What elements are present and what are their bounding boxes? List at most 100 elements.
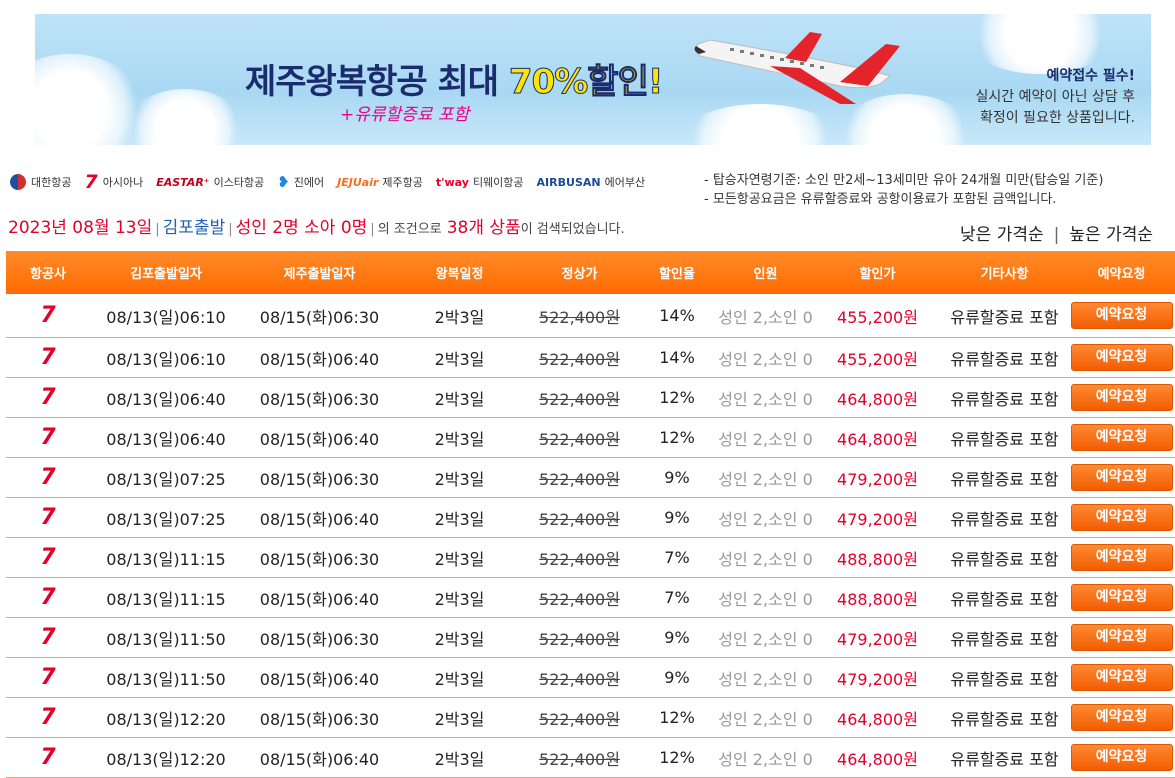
airline-cell: 7 (6, 294, 90, 338)
condition-age: - 탑승자연령기준: 소인 만2세~13세미만 유아 24개월 미만(탑승일 기… (704, 173, 1104, 188)
schedule-cell: 2박3일 (397, 497, 522, 538)
jinair-icon: ❥ (277, 173, 290, 191)
asiana-icon: 7 (40, 665, 56, 690)
booking-cell: 예약요청 (1068, 417, 1175, 458)
summary-count: 38개 상품 (446, 218, 521, 238)
jeju-departure-cell: 08/15(화)06:40 (242, 737, 397, 778)
summary-departure: 김포출발 (162, 218, 226, 238)
header-normal-price: 정상가 (522, 251, 637, 294)
notes-cell: 유류할증료 포함 (941, 697, 1068, 738)
summary-date: 2023년 08월 13일 (8, 218, 153, 238)
passengers-cell: 성인 2,소인 0 (717, 737, 814, 778)
notes-cell: 유류할증료 포함 (941, 497, 1068, 538)
notes-cell: 유류할증료 포함 (941, 577, 1068, 618)
schedule-cell: 2박3일 (397, 617, 522, 658)
sort-low-price-link[interactable]: 낮은 가격순 (960, 225, 1044, 245)
schedule-cell: 2박3일 (397, 657, 522, 698)
normal-price: 522,400원 (539, 669, 620, 689)
header-discount-rate: 할인율 (637, 251, 717, 294)
airline-cell: 7 (6, 737, 90, 778)
discount-rate-cell: 7% (637, 537, 717, 578)
airline-cell: 7 (6, 697, 90, 738)
booking-request-button[interactable]: 예약요청 (1070, 664, 1173, 691)
discount-rate-cell: 7% (637, 577, 717, 618)
normal-price: 522,400원 (539, 469, 620, 489)
booking-cell: 예약요청 (1068, 737, 1175, 778)
booking-request-button[interactable]: 예약요청 (1070, 504, 1173, 531)
discount-rate-cell: 14% (637, 294, 717, 338)
normal-price-cell: 522,400원 (522, 617, 637, 658)
header-gimpo-departure: 김포출발일자 (90, 251, 242, 294)
airline-name: 대한항공 (31, 176, 72, 189)
jeju-departure-cell: 08/15(화)06:40 (242, 577, 397, 618)
passengers-cell: 성인 2,소인 0 (717, 497, 814, 538)
airline-name: 에어부산 (604, 176, 646, 189)
discount-rate-cell: 12% (637, 737, 717, 778)
asiana-icon: 7 (40, 303, 56, 328)
condition-fare: - 모든항공요금은 유류할증료와 공항이용료가 포함된 금액입니다. (704, 192, 1057, 207)
booking-request-button[interactable]: 예약요청 (1070, 704, 1173, 731)
normal-price-cell: 522,400원 (522, 294, 637, 338)
gimpo-departure-cell: 08/13(일)07:25 (90, 497, 242, 538)
gimpo-departure-cell: 08/13(일)12:20 (90, 737, 242, 778)
schedule-cell: 2박3일 (397, 417, 522, 458)
airline-name: 아시아나 (102, 176, 144, 189)
sale-price-cell: 455,200원 (814, 294, 941, 338)
schedule-cell: 2박3일 (397, 697, 522, 738)
airline-cell: 7 (6, 577, 90, 618)
header-jeju-departure: 제주출발일자 (242, 251, 397, 294)
tway-icon: t'way (435, 175, 469, 189)
passengers-cell: 성인 2,소인 0 (717, 457, 814, 498)
discount-rate-cell: 14% (637, 337, 717, 378)
booking-cell: 예약요청 (1068, 617, 1175, 658)
normal-price: 522,400원 (539, 349, 620, 369)
banner-title-highlight: 70%할인! (508, 62, 663, 103)
notes-cell: 유류할증료 포함 (941, 617, 1068, 658)
promo-banner[interactable]: 제주왕복항공 최대 70%할인! +유류할증료 포함 예약접수 필수! 실시간 … (35, 14, 1151, 145)
gimpo-departure-cell: 08/13(일)06:40 (90, 377, 242, 418)
booking-request-button[interactable]: 예약요청 (1070, 424, 1173, 451)
booking-request-button[interactable]: 예약요청 (1070, 624, 1173, 651)
normal-price: 522,400원 (539, 749, 620, 769)
booking-request-button[interactable]: 예약요청 (1070, 544, 1173, 571)
airline-logo-list: 대한항공 7 아시아나 EASTAR⁺ 이스타항공 ❥ 진에어 JEJUair … (10, 171, 658, 193)
booking-request-button[interactable]: 예약요청 (1070, 584, 1173, 611)
asiana-icon: 7 (40, 465, 56, 490)
notes-cell: 유류할증료 포함 (941, 294, 1068, 338)
summary-pax: 성인 2명 소아 0명 (235, 218, 368, 238)
airline-name: 제주항공 (382, 176, 423, 189)
jeju-departure-cell: 08/15(화)06:30 (242, 617, 397, 658)
sale-price-cell: 464,800원 (814, 417, 941, 458)
notes-cell: 유류할증료 포함 (941, 457, 1068, 498)
sale-price-cell: 464,800원 (814, 697, 941, 738)
schedule-cell: 2박3일 (397, 294, 522, 338)
passengers-cell: 성인 2,소인 0 (717, 537, 814, 578)
booking-request-button[interactable]: 예약요청 (1070, 384, 1173, 411)
booking-request-button[interactable]: 예약요청 (1070, 744, 1173, 771)
booking-cell: 예약요청 (1068, 657, 1175, 698)
discount-rate-cell: 9% (637, 657, 717, 698)
normal-price: 522,400원 (539, 709, 620, 729)
gimpo-departure-cell: 08/13(일)06:10 (90, 294, 242, 338)
booking-request-button[interactable]: 예약요청 (1070, 302, 1173, 329)
airline-name: 이스타항공 (213, 176, 265, 189)
booking-request-button[interactable]: 예약요청 (1070, 464, 1173, 491)
normal-price: 522,400원 (539, 429, 620, 449)
table-row: 7 08/13(일)12:20 08/15(화)06:40 2박3일 522,400원 1… (6, 737, 1175, 778)
jeju-departure-cell: 08/15(화)06:40 (242, 417, 397, 458)
table-row: 7 08/13(일)11:15 08/15(화)06:30 2박3일 522,400원 7… (6, 537, 1175, 578)
header-notes: 기타사항 (941, 251, 1068, 294)
korean-air-icon (10, 174, 26, 190)
banner-subtitle: +유류할증료 포함 (340, 105, 470, 125)
jeju-departure-cell: 08/15(화)06:30 (242, 377, 397, 418)
jejuair-icon: JEJUair (337, 175, 379, 189)
notes-cell: 유류할증료 포함 (941, 417, 1068, 458)
jeju-departure-cell: 08/15(화)06:30 (242, 697, 397, 738)
sort-high-price-link[interactable]: 높은 가격순 (1069, 225, 1153, 245)
passengers-cell: 성인 2,소인 0 (717, 697, 814, 738)
discount-rate-cell: 9% (637, 617, 717, 658)
jeju-departure-cell: 08/15(화)06:40 (242, 337, 397, 378)
booking-request-button[interactable]: 예약요청 (1070, 344, 1173, 371)
normal-price-cell: 522,400원 (522, 377, 637, 418)
gimpo-departure-cell: 08/13(일)07:25 (90, 457, 242, 498)
